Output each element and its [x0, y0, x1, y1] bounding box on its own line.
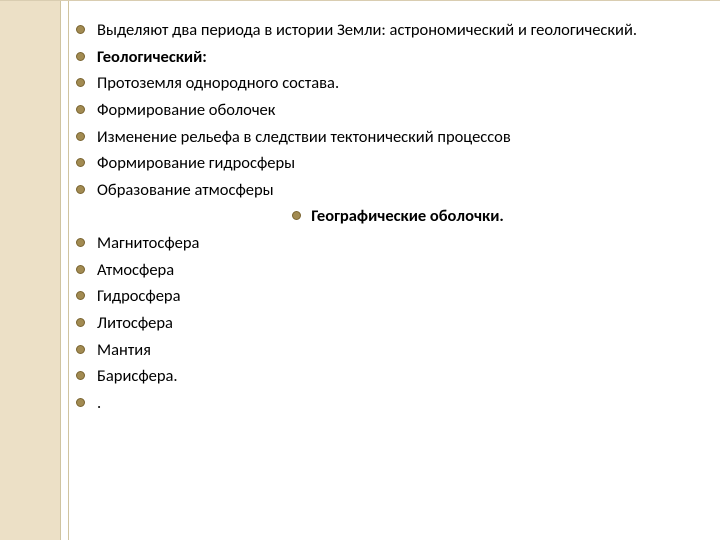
list-item-text: Изменение рельефа в следствии тектоничес…: [97, 127, 511, 148]
list-item: Мантия: [98, 340, 698, 361]
bullet-icon: [76, 185, 85, 194]
bullet-icon: [76, 78, 85, 87]
list-item-text: Образование атмосферы: [97, 180, 274, 201]
list-item-text: Барисфера.: [97, 366, 178, 387]
list-item-text: Магнитосфера: [97, 233, 199, 254]
bullet-icon: [76, 52, 85, 61]
list-item: Изменение рельефа в следствии тектоничес…: [98, 127, 698, 148]
list-item-text: Мантия: [97, 340, 151, 361]
bullet-icon: [76, 105, 85, 114]
list-item-text: Атмосфера: [97, 260, 174, 281]
list-item: Магнитосфера: [98, 233, 698, 254]
list-item-text: Протоземля однородного состава.: [97, 73, 339, 94]
list-item: Образование атмосферы: [98, 180, 698, 201]
list-item: Литосфера: [98, 313, 698, 334]
side-vertical-line-left: [60, 0, 61, 540]
bullet-icon: [76, 265, 85, 274]
list-item-text: Литосфера: [97, 313, 173, 334]
list-item: Атмосфера: [98, 260, 698, 281]
list-item-text: Географические оболочки.: [311, 206, 504, 227]
bullet-icon: [76, 345, 85, 354]
bullet-icon: [292, 211, 301, 220]
top-border-line: [0, 0, 720, 1]
bullet-icon: [76, 371, 85, 380]
bullet-icon: [76, 158, 85, 167]
bullet-icon: [76, 238, 85, 247]
bullet-icon: [76, 398, 85, 407]
bullet-icon: [76, 291, 85, 300]
list-item: Формирование оболочек: [98, 100, 698, 121]
side-band: [0, 0, 60, 540]
bullet-icon: [76, 318, 85, 327]
list-item: Гидросфера: [98, 286, 698, 307]
bullet-icon: [76, 132, 85, 141]
list-item-text: Формирование оболочек: [97, 100, 275, 121]
list-item-text: Формирование гидросферы: [97, 153, 295, 174]
list-item-text: Геологический:: [97, 47, 207, 68]
side-vertical-line-right: [68, 0, 69, 540]
list-item-text: Выделяют два периода в истории Земли: ас…: [97, 20, 637, 41]
slide: Выделяют два периода в истории Земли: ас…: [0, 0, 720, 540]
list-item: .: [98, 393, 698, 414]
list-item: Геологический:: [98, 47, 698, 68]
list-item: Протоземля однородного состава.: [98, 73, 698, 94]
list-item-text: Гидросфера: [97, 286, 181, 307]
list-item-heading: Географические оболочки.: [98, 206, 698, 227]
bullet-icon: [76, 25, 85, 34]
list-item: Барисфера.: [98, 366, 698, 387]
list-item: Формирование гидросферы: [98, 153, 698, 174]
list-item: Выделяют два периода в истории Земли: ас…: [98, 20, 698, 41]
list-item-text: .: [97, 393, 101, 414]
content-area: Выделяют два периода в истории Земли: ас…: [98, 20, 698, 419]
